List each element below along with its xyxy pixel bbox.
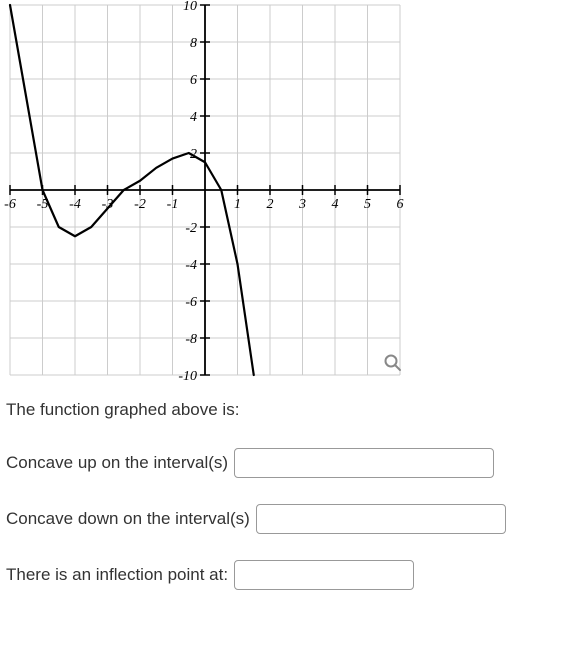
svg-text:-1: -1 — [167, 197, 179, 212]
inflection-input[interactable] — [234, 560, 414, 590]
svg-text:-2: -2 — [185, 221, 197, 236]
svg-text:4: 4 — [190, 110, 197, 125]
svg-text:6: 6 — [190, 73, 197, 88]
svg-text:5: 5 — [364, 197, 371, 212]
inflection-label: There is an inflection point at: — [6, 565, 228, 585]
svg-text:8: 8 — [190, 36, 197, 51]
prompt-intro: The function graphed above is: — [6, 398, 573, 422]
svg-text:1: 1 — [234, 197, 241, 212]
svg-text:6: 6 — [397, 197, 404, 212]
svg-text:-6: -6 — [4, 197, 16, 212]
svg-text:-8: -8 — [185, 332, 197, 347]
concave-down-label: Concave down on the interval(s) — [6, 509, 250, 529]
svg-text:-4: -4 — [185, 258, 197, 273]
svg-text:-10: -10 — [178, 369, 197, 380]
svg-text:10: 10 — [183, 0, 197, 14]
svg-text:3: 3 — [298, 197, 306, 212]
magnify-icon[interactable] — [384, 354, 402, 372]
function-graph: -6-5-4-3-2-1123456-10-8-6-4-2246810 — [0, 0, 410, 380]
concave-down-input[interactable] — [256, 504, 506, 534]
svg-text:-6: -6 — [185, 295, 197, 310]
svg-text:-2: -2 — [134, 197, 146, 212]
svg-text:-4: -4 — [69, 197, 81, 212]
concave-up-label: Concave up on the interval(s) — [6, 453, 228, 473]
svg-text:4: 4 — [332, 197, 339, 212]
svg-text:2: 2 — [267, 197, 274, 212]
concave-up-input[interactable] — [234, 448, 494, 478]
